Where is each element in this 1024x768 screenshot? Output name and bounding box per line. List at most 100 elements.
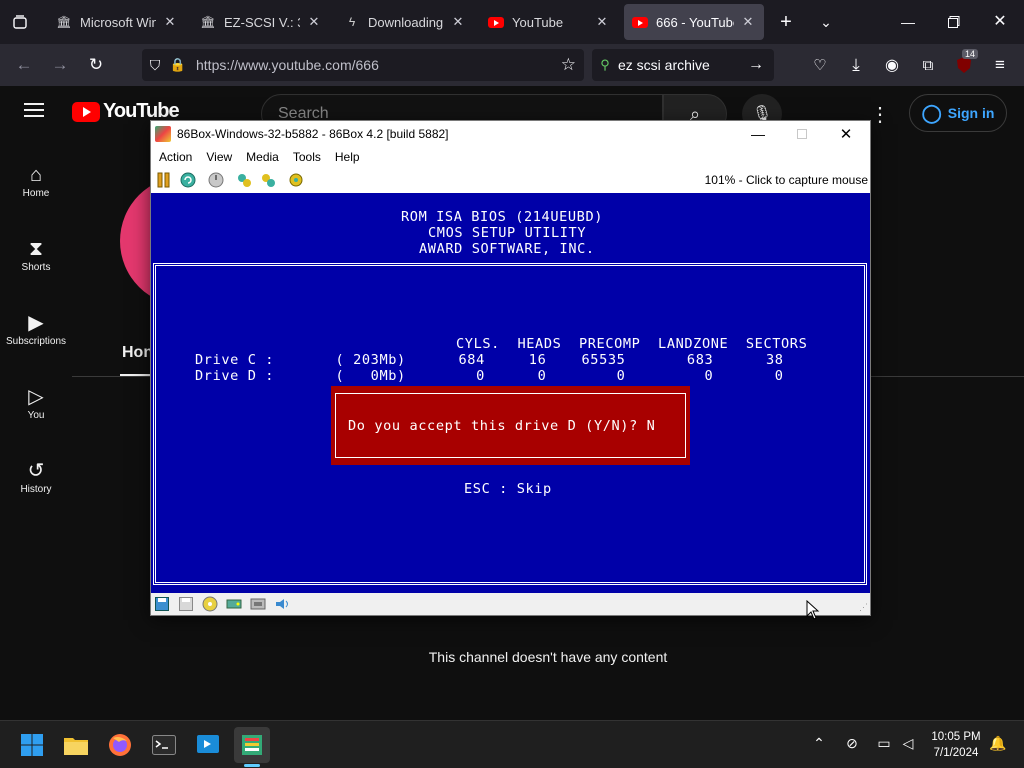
bios-drive-c-row: Drive C : ( 203Mb) 684 16 65535 683 38: [195, 352, 784, 368]
tab-downloading[interactable]: ϟ Downloading G ✕: [336, 4, 474, 40]
volume-tray-icon[interactable]: ◁: [898, 735, 918, 755]
menu-help[interactable]: Help: [328, 150, 367, 164]
sidebar-label: Subscriptions: [5, 336, 67, 347]
reset-icon[interactable]: [179, 171, 197, 189]
capture-mouse-hint[interactable]: 101% - Click to capture mouse: [705, 173, 868, 187]
chevron-down-icon[interactable]: ⌄: [814, 10, 838, 34]
bios-prompt-dialog: Do you accept this drive D (Y/N)? N: [331, 386, 690, 465]
search-bar[interactable]: ⚲ ez scsi archive →: [592, 49, 774, 81]
sidebar-label: Home: [22, 188, 50, 199]
bios-drive-d-row: Drive D : ( 0Mb) 0 0 0 0 0: [195, 368, 784, 384]
channel-tab-home[interactable]: Hon: [122, 344, 153, 362]
tab-title: EZ-SCSI V.: 3.0 :: [224, 14, 300, 30]
settings-icon[interactable]: [287, 171, 305, 189]
active-app-indicator: [244, 764, 260, 767]
menu-action[interactable]: Action: [151, 150, 199, 164]
bios-prompt-text: Do you accept this drive D (Y/N)? N: [348, 417, 656, 434]
new-tab-button[interactable]: +: [774, 10, 798, 34]
sidebar-item-you[interactable]: ▷ You: [0, 384, 72, 421]
vm-minimize-button[interactable]: —: [743, 126, 773, 142]
emulator-window[interactable]: 86Box-Windows-32-b5882 - 86Box 4.2 [buil…: [150, 120, 871, 616]
ublock-extension-icon[interactable]: 14: [950, 49, 979, 78]
sign-in-button[interactable]: ◯ Sign in: [909, 94, 1007, 132]
ctrl-alt-del-icon[interactable]: [235, 171, 253, 189]
account-circle-icon: ◯: [921, 102, 942, 123]
cd-drive-icon[interactable]: [201, 596, 219, 612]
tab-list-icon[interactable]: [8, 10, 32, 34]
download-icon[interactable]: ⤓: [842, 52, 870, 78]
tab-title: Downloading G: [368, 14, 444, 30]
hard-disk-icon[interactable]: [225, 596, 243, 612]
go-arrow-icon[interactable]: →: [748, 56, 764, 74]
tab-youtube[interactable]: YouTube ✕: [480, 4, 618, 40]
reload-button[interactable]: ↻: [82, 52, 110, 78]
emulator-menu-bar: Action View Media Tools Help: [151, 147, 870, 167]
tab-title: Microsoft Wind: [80, 14, 156, 30]
url-bar[interactable]: ⛉ 🔒 https://www.youtube.com/666 ☆: [142, 49, 584, 81]
tab-title: 666 - YouTube: [656, 14, 734, 30]
sidebar-item-subscriptions[interactable]: ▶ Subscriptions: [0, 310, 72, 347]
account-icon[interactable]: ◉: [878, 52, 906, 78]
back-button[interactable]: ←: [10, 52, 38, 78]
terminal-button[interactable]: [146, 727, 182, 763]
sidebar-item-shorts[interactable]: ⧗ Shorts: [0, 236, 72, 273]
close-icon[interactable]: ✕: [306, 14, 322, 30]
ctrl-alt-esc-icon[interactable]: [259, 171, 277, 189]
sidebar-label: History: [20, 484, 52, 495]
close-window-button[interactable]: ✕: [984, 10, 1016, 34]
vm-close-button[interactable]: ✕: [831, 125, 861, 143]
network-tray-icon[interactable]: ⊘: [842, 735, 862, 755]
minimize-button[interactable]: —: [892, 10, 924, 34]
emulator-title-bar[interactable]: 86Box-Windows-32-b5882 - 86Box 4.2 [buil…: [151, 121, 870, 147]
show-hidden-icons-button[interactable]: ⌃: [810, 735, 828, 755]
86box-taskbar-button[interactable]: [234, 727, 270, 763]
close-icon[interactable]: ✕: [162, 14, 178, 30]
start-button[interactable]: [14, 727, 50, 763]
system-clock[interactable]: 10:05 PM 7/1/2024: [926, 729, 986, 761]
empty-channel-message: This channel doesn't have any content: [0, 649, 1024, 665]
emulator-title: 86Box-Windows-32-b5882 - 86Box 4.2 [buil…: [177, 127, 449, 141]
floppy-drive-icon[interactable]: [153, 596, 171, 612]
close-icon[interactable]: ✕: [450, 14, 466, 30]
file-explorer-button[interactable]: [58, 727, 94, 763]
resize-grip-icon[interactable]: ⋰: [859, 602, 868, 613]
firefox-button[interactable]: [102, 727, 138, 763]
vm-maximize-button[interactable]: [787, 129, 817, 139]
bios-header-2: CMOS SETUP UTILITY: [428, 225, 587, 241]
tab-666-youtube[interactable]: 666 - YouTube ✕: [624, 4, 764, 40]
close-icon[interactable]: ✕: [594, 14, 610, 30]
remote-desktop-button[interactable]: [190, 727, 226, 763]
you-icon: ▷: [28, 386, 44, 408]
extensions-icon[interactable]: ⧉: [914, 52, 942, 78]
maximize-button[interactable]: [938, 10, 970, 34]
network-icon[interactable]: [249, 596, 267, 612]
pocket-icon[interactable]: ♡: [806, 52, 834, 78]
browser-tab-strip: 🏛 Microsoft Wind ✕ 🏛 EZ-SCSI V.: 3.0 : ✕…: [0, 0, 1024, 44]
power-icon[interactable]: [207, 171, 225, 189]
menu-tools[interactable]: Tools: [286, 150, 328, 164]
tab-microsoft-windows[interactable]: 🏛 Microsoft Wind ✕: [48, 4, 186, 40]
sidebar-item-history[interactable]: ↺ History: [0, 458, 72, 495]
floppy-drive-2-icon[interactable]: [177, 596, 195, 612]
menu-view[interactable]: View: [199, 150, 239, 164]
pause-icon[interactable]: [155, 171, 173, 189]
bookmark-star-icon[interactable]: ☆: [561, 55, 576, 75]
display-tray-icon[interactable]: ▭: [874, 735, 894, 755]
menu-icon[interactable]: ≡: [986, 52, 1014, 78]
notification-bell-icon[interactable]: 🔔: [988, 735, 1008, 755]
sound-icon[interactable]: [273, 596, 291, 612]
shield-icon[interactable]: ⛉: [142, 57, 168, 74]
url-text: https://www.youtube.com/666: [196, 57, 379, 73]
hamburger-menu-icon[interactable]: [24, 102, 48, 122]
shorts-icon: ⧗: [28, 238, 44, 260]
bios-header-1: ROM ISA BIOS (214UEUBD): [401, 209, 604, 225]
tab-ez-scsi[interactable]: 🏛 EZ-SCSI V.: 3.0 : ✕: [192, 4, 330, 40]
sidebar-item-home[interactable]: ⌂ Home: [0, 162, 72, 199]
lock-icon[interactable]: 🔒: [168, 57, 188, 73]
close-icon[interactable]: ✕: [740, 14, 756, 30]
search-engine-icon: ⚲: [600, 57, 610, 72]
forward-button[interactable]: →: [46, 52, 74, 78]
emulator-screen[interactable]: ROM ISA BIOS (214UEUBD) CMOS SETUP UTILI…: [151, 193, 870, 593]
menu-media[interactable]: Media: [239, 150, 286, 164]
more-options-icon[interactable]: ⋮: [870, 102, 890, 126]
